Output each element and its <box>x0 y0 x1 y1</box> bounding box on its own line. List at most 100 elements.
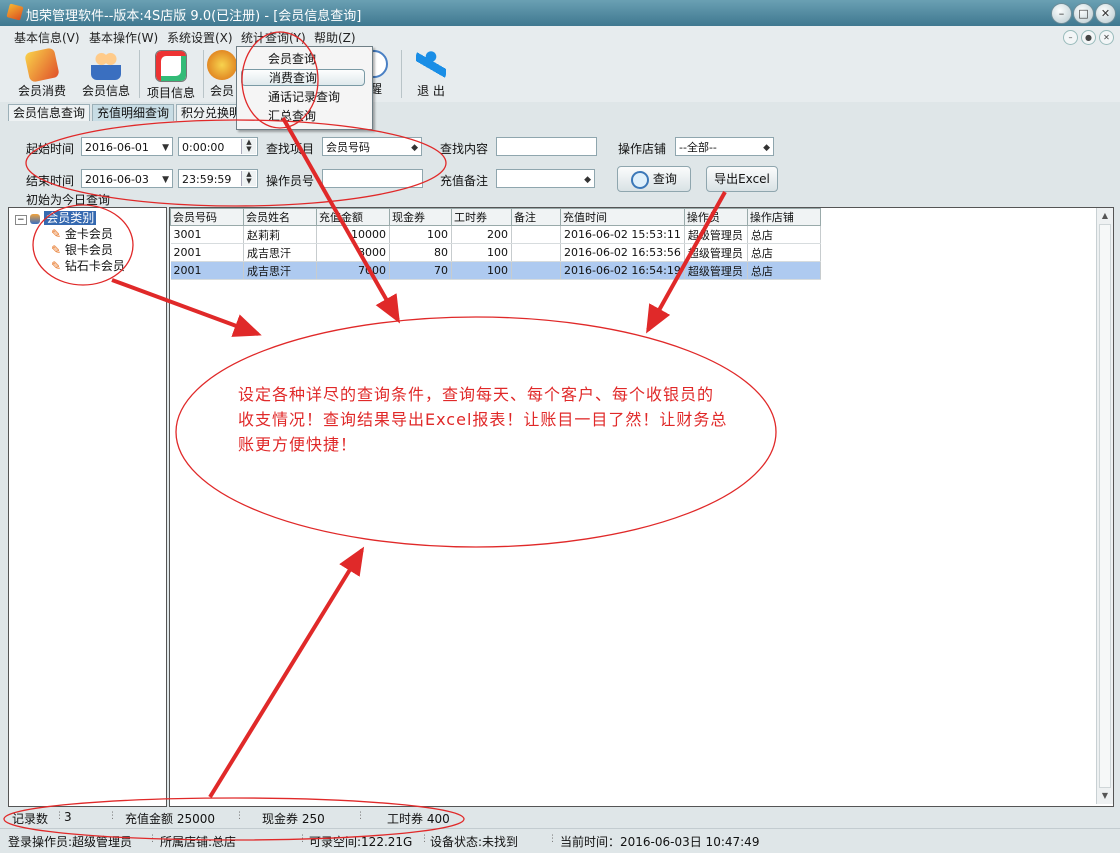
col-member-no[interactable]: 会员号码 <box>170 208 244 226</box>
vertical-scrollbar[interactable]: ▲ ▼ <box>1096 208 1113 804</box>
running-man-icon <box>416 50 446 80</box>
card-icon: ✎ <box>51 227 62 241</box>
end-time-label: 结束时间 <box>26 174 75 188</box>
menu-item-call-record-query[interactable]: 通话记录查询 <box>241 89 365 106</box>
operator-input[interactable] <box>322 169 423 188</box>
collapse-icon[interactable]: − <box>15 215 27 225</box>
scroll-up-icon[interactable]: ▲ <box>1098 209 1112 223</box>
menu-help[interactable]: 帮助(Z) <box>314 29 356 46</box>
table-row-selected[interactable]: 2001 成吉思汗 7000 70 100 2016-06-02 16:54:19 超… <box>170 261 821 280</box>
col-operator[interactable]: 操作员 <box>683 208 748 226</box>
cash-coupon-total: 现金券 250 <box>262 812 325 826</box>
toolbar-separator <box>401 50 402 98</box>
start-date-picker[interactable]: 2016-06-01 ▼ <box>81 137 173 156</box>
recharge-grid: 会员号码 会员姓名 充值金额 现金券 工时券 备注 充值时间 操作员 操作店铺 … <box>169 207 1114 807</box>
status-store: 所属店铺:总店 <box>160 835 237 849</box>
app-logo-icon <box>6 3 24 21</box>
menu-basic-ops[interactable]: 基本操作(W) <box>89 29 158 46</box>
col-cash-coupon[interactable]: 现金券 <box>389 208 452 226</box>
minimize-icon[interactable]: – <box>1051 3 1072 24</box>
end-time-stepper[interactable]: 23:59:59 ▲ ▼ <box>178 169 258 188</box>
mdi-minimize-icon[interactable]: – <box>1063 30 1078 45</box>
table-header-row: 会员号码 会员姓名 充值金额 现金券 工时券 备注 充值时间 操作员 操作店铺 <box>170 208 821 226</box>
tree-root[interactable]: − 会员类别 <box>15 209 97 226</box>
member-category-tree: − 会员类别 ✎ 金卡会员 ✎ 银卡会员 ✎ 钻石卡会员 <box>8 207 167 807</box>
separator: ⋮ <box>420 834 429 844</box>
col-member-name[interactable]: 会员姓名 <box>243 208 317 226</box>
statistics-dropdown-menu: 会员查询 消费查询 通话记录查询 汇总查询 <box>236 46 373 130</box>
card-icon: ✎ <box>51 243 62 257</box>
find-content-label: 查找内容 <box>440 142 489 156</box>
col-recharge-time[interactable]: 充值时间 <box>560 208 685 226</box>
menu-item-consume-query[interactable]: 消费查询 <box>241 69 365 86</box>
find-item-label: 查找项目 <box>266 142 315 156</box>
separator: ⋮ <box>235 811 244 821</box>
card-icon: ✎ <box>51 259 62 273</box>
chevron-down-icon: ▼ <box>162 175 169 185</box>
mdi-close-icon[interactable]: ✕ <box>1099 30 1114 45</box>
member-info-button[interactable]: 会员信息 <box>78 48 134 100</box>
chevron-down-icon: ▼ <box>162 143 169 153</box>
data-table: 会员号码 会员姓名 充值金额 现金券 工时券 备注 充值时间 操作员 操作店铺 … <box>170 208 821 280</box>
hour-coupon-total: 工时券 400 <box>387 812 450 826</box>
window-title: 旭荣管理软件--版本:4S店版 9.0(已注册) - [会员信息查询] <box>26 9 362 24</box>
store-label: 操作店铺 <box>618 142 667 156</box>
col-remark[interactable]: 备注 <box>511 208 561 226</box>
spin-arrows-icon[interactable]: ▲ ▼ <box>241 139 256 154</box>
menu-item-member-query[interactable]: 会员查询 <box>241 51 365 68</box>
mdi-restore-icon[interactable]: ● <box>1081 30 1096 45</box>
magnifier-icon <box>631 170 650 189</box>
separator: ⋮ <box>55 811 64 821</box>
annotation-text: 设定各种详尽的查询条件，查询每天、每个客户、每个收银员的收支情况！查询结果导出E… <box>238 385 728 454</box>
col-hour-coupon[interactable]: 工时券 <box>451 208 512 226</box>
operator-label: 操作员号 <box>266 174 315 188</box>
find-content-input[interactable] <box>496 137 597 156</box>
maximize-icon[interactable]: □ <box>1073 3 1094 24</box>
member-consume-button[interactable]: 会员消费 <box>12 47 72 100</box>
tree-item-gold[interactable]: ✎ 金卡会员 <box>51 225 113 242</box>
start-time-label: 起始时间 <box>26 142 75 156</box>
grid-icon <box>155 50 187 82</box>
menu-system-settings[interactable]: 系统设置(X) <box>167 29 233 46</box>
start-time-stepper[interactable]: 0:00:00 ▲ ▼ <box>178 137 258 156</box>
summary-bar: 记录数 ⋮ 3 ⋮ 充值金额 25000 ⋮ 现金券 250 ⋮ 工时券 400 <box>0 807 1120 827</box>
spin-arrows-icon[interactable]: ▲ ▼ <box>241 171 256 186</box>
status-bar: 登录操作员:超级管理员 ⋮ 所属店铺:总店 ⋮ 可录空间:122.21G ⋮ 设… <box>0 828 1120 853</box>
exit-button[interactable]: 退 出 <box>408 48 454 100</box>
table-row[interactable]: 2001 成吉思汗 8000 80 100 2016-06-02 16:53:56 超… <box>170 243 821 262</box>
close-icon[interactable]: ✕ <box>1095 3 1116 24</box>
toolbar-separator <box>203 50 204 98</box>
menu-item-summary-query[interactable]: 汇总查询 <box>241 108 365 125</box>
scroll-down-icon[interactable]: ▼ <box>1098 789 1112 803</box>
menu-basic-info[interactable]: 基本信息(V) <box>14 29 80 46</box>
export-excel-button[interactable]: 导出Excel <box>706 166 778 192</box>
status-time: 当前时间：2016-06-03日 10:47:49 <box>560 835 760 849</box>
tab-recharge-detail-query[interactable]: 充值明细查询 <box>92 104 175 121</box>
store-select[interactable]: --全部-- ◆ <box>675 137 774 156</box>
query-hint: 初始为今日查询 <box>26 193 111 207</box>
tab-member-info-query[interactable]: 会员信息查询 <box>8 104 91 121</box>
chevron-icon: ◆ <box>584 175 591 185</box>
remark-select[interactable]: ◆ <box>496 169 595 188</box>
col-recharge-amount[interactable]: 充值金额 <box>316 208 390 226</box>
toolbar-separator <box>139 50 140 98</box>
end-date-picker[interactable]: 2016-06-03 ▼ <box>81 169 173 188</box>
separator: ⋮ <box>356 811 365 821</box>
tab-points-exchange[interactable]: 积分兑换明 <box>176 104 244 121</box>
status-device: 设备状态:未找到 <box>430 835 519 849</box>
people-icon <box>91 50 121 80</box>
tree-item-diamond[interactable]: ✎ 钻石卡会员 <box>51 257 125 274</box>
separator: ⋮ <box>298 834 307 844</box>
member-button[interactable]: 会员 <box>207 48 237 100</box>
col-store[interactable]: 操作店铺 <box>746 208 821 226</box>
tree-item-silver[interactable]: ✎ 银卡会员 <box>51 241 113 258</box>
find-item-select[interactable]: 会员号码 ◆ <box>322 137 422 156</box>
status-operator: 登录操作员:超级管理员 <box>8 835 133 849</box>
menu-statistics[interactable]: 统计查询(Y) <box>241 29 306 46</box>
scroll-thumb[interactable] <box>1099 224 1111 788</box>
group-icon <box>30 213 41 224</box>
query-button[interactable]: 查询 <box>617 166 691 192</box>
table-row[interactable]: 3001 赵莉莉 10000 100 200 2016-06-02 15:53:11… <box>170 225 821 244</box>
project-info-button[interactable]: 项目信息 <box>144 48 198 100</box>
recharge-total: 充值金额 25000 <box>125 812 215 826</box>
